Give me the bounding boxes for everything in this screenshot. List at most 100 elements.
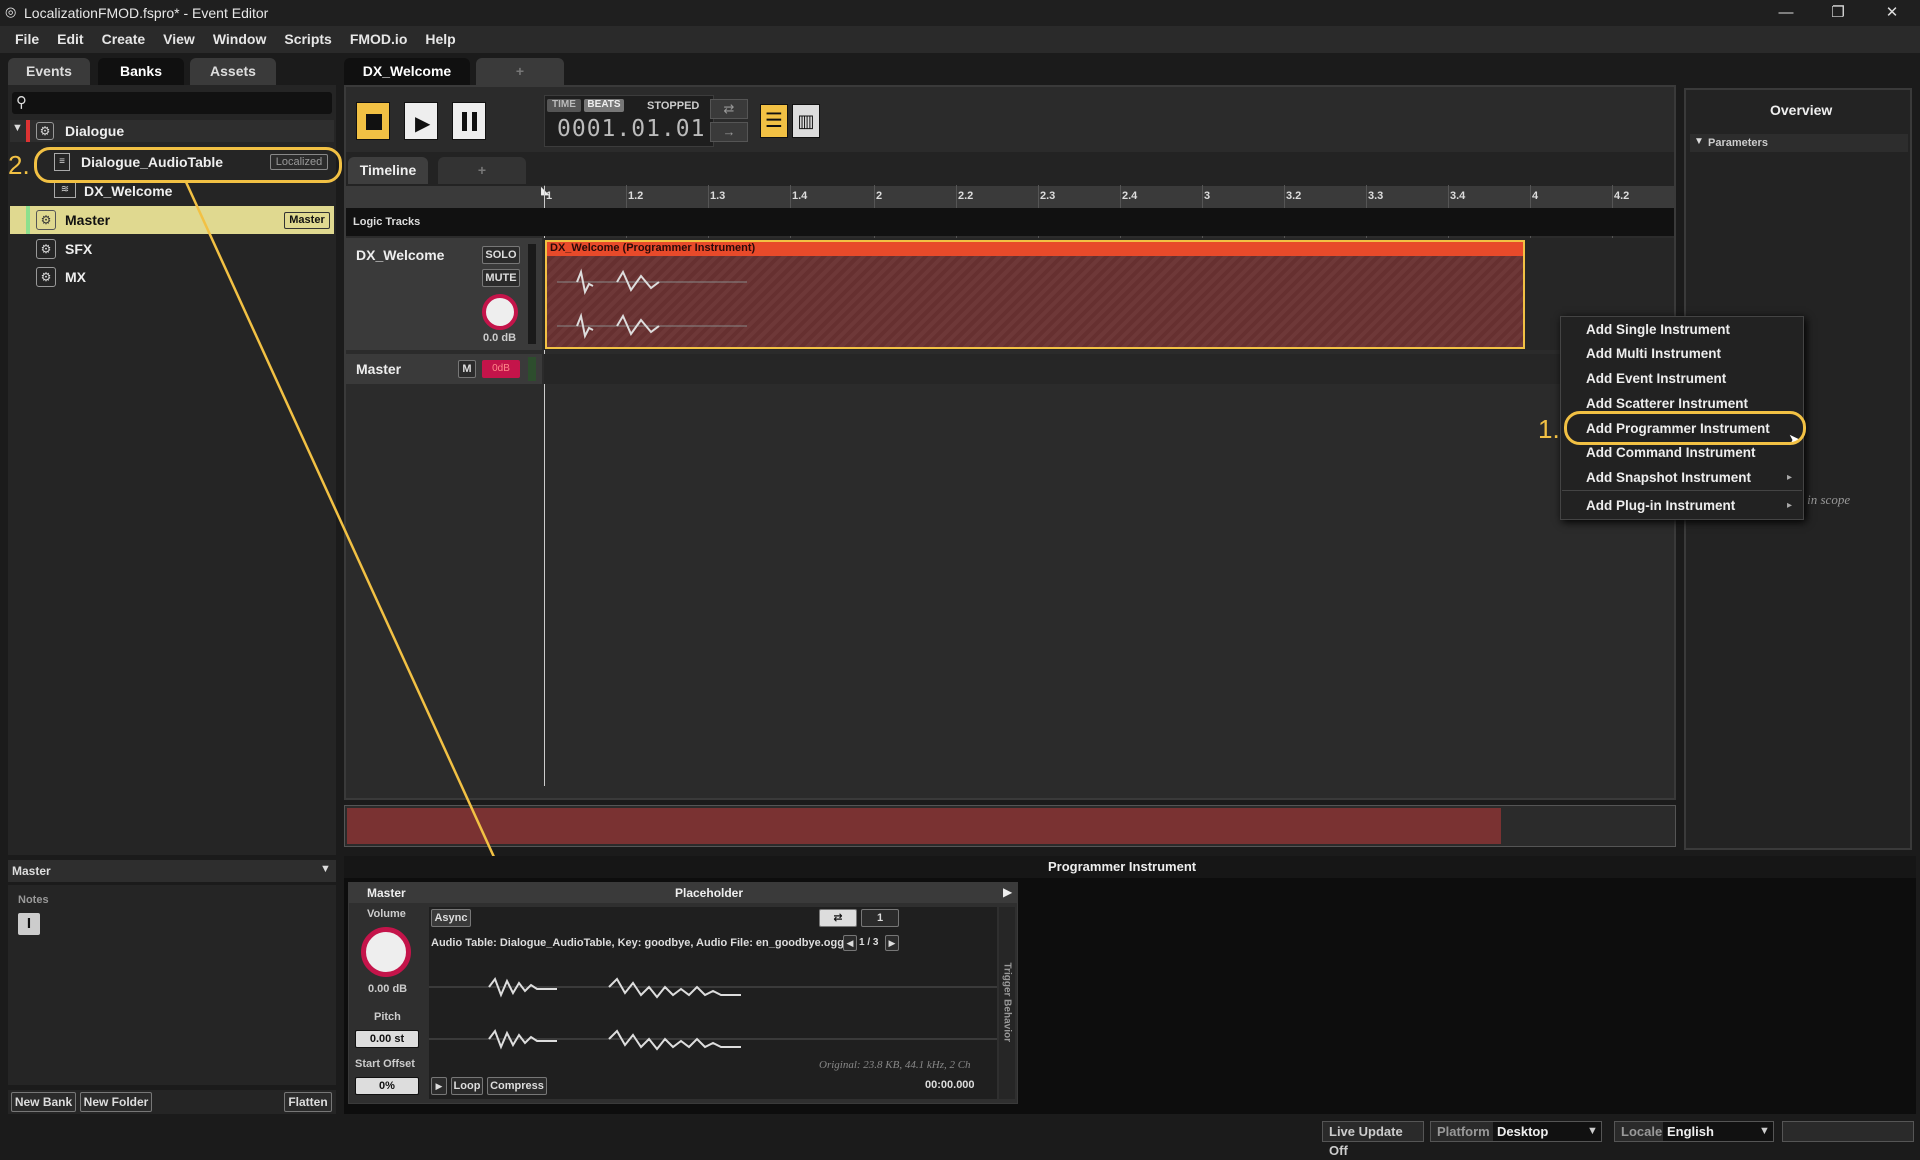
master-volume-readout[interactable]: 0dB [482,360,520,378]
track-header-master[interactable]: Master M 0dB [346,354,542,384]
menu-add-snapshot-instrument[interactable]: Add Snapshot Instrument [1586,470,1751,485]
text-cursor-icon[interactable]: I [18,913,40,935]
menu-add-plugin-instrument[interactable]: Add Plug-in Instrument [1586,498,1735,513]
locale-selector[interactable]: Locale English ▼ [1614,1121,1774,1142]
beats-mode-button[interactable]: BEATS [584,99,624,112]
master-mute-button[interactable]: M [458,360,476,378]
tree-label-dialogue: Dialogue [65,123,125,139]
programmer-instrument-region[interactable]: DX_Welcome (Programmer Instrument) [545,240,1525,349]
new-bank-button[interactable]: New Bank [11,1092,76,1112]
compress-button[interactable]: Compress [487,1077,547,1095]
event-icon: ≋ [54,182,76,198]
volume-knob[interactable] [482,294,518,330]
list-view-button[interactable]: ☰ [760,104,788,138]
dropdown-arrow-icon: ▼ [1587,1125,1598,1137]
start-offset-label: Start Offset [355,1058,415,1070]
menu-add-multi-instrument[interactable]: Add Multi Instrument [1586,346,1721,361]
menu-scripts[interactable]: Scripts [275,26,340,53]
new-folder-button[interactable]: New Folder [80,1092,152,1112]
properties-title: Master [12,864,51,878]
pause-button[interactable] [452,102,486,140]
menu-view[interactable]: View [154,26,204,53]
expand-play-icon[interactable]: ▶ [1003,885,1012,899]
tree-row-mx[interactable]: ⚙ MX [10,264,334,290]
menu-add-event-instrument[interactable]: Add Event Instrument [1586,371,1726,386]
dropdown-icon[interactable]: ▼ [320,863,331,875]
bank-icon: ⚙ [36,267,56,287]
stop-button[interactable] [356,102,390,140]
track-header-dx-welcome[interactable]: DX_Welcome SOLO MUTE 0.0 dB [346,238,542,350]
bank-icon: ⚙ [36,122,54,140]
solo-button[interactable]: SOLO [482,246,520,264]
maximize-button[interactable]: ❐ [1812,0,1864,26]
previous-entry-button[interactable]: ◀ [843,935,857,951]
ruler-label: 1.4 [792,190,808,202]
tree-row-dialogue[interactable]: ▼ ⚙ Dialogue [10,120,334,142]
menu-add-single-instrument[interactable]: Add Single Instrument [1586,322,1730,337]
follow-playback-button[interactable]: → [710,122,748,142]
async-button[interactable]: Async [431,909,471,927]
original-file-info: Original: 23.8 KB, 44.1 kHz, 2 Ch [819,1059,971,1071]
tree-row-master[interactable]: ⚙ Master Master [10,206,334,234]
loop-playback-button[interactable]: ⇄ [710,99,748,119]
next-entry-button[interactable]: ▶ [885,935,899,951]
menu-help[interactable]: Help [416,26,464,53]
master-track-name: Master [356,361,402,377]
level-meter [528,357,536,381]
play-count-field[interactable]: 1 [861,909,899,927]
trigger-behavior-label: Trigger Behavior [1001,962,1013,1042]
menu-divider [1562,490,1802,491]
tab-dx-welcome[interactable]: DX_Welcome [344,58,470,85]
module-header: Master Placeholder ▶ [349,883,1017,903]
add-parameter-tab-button[interactable]: + [438,157,526,184]
tab-banks[interactable]: Banks [98,58,184,85]
tab-events[interactable]: Events [8,58,90,85]
deck-waveform [429,976,997,1051]
menu-fmodio[interactable]: FMOD.io [341,26,417,53]
tree-label-sfx: SFX [65,241,93,257]
add-event-tab-button[interactable]: + [476,58,564,85]
loop-button[interactable]: Loop [451,1077,483,1095]
loop-mode-button[interactable]: ⇄ [819,909,857,927]
search-input[interactable]: ⚲ [12,92,332,114]
audio-file-info: Audio Table: Dialogue_AudioTable, Key: g… [431,937,844,949]
tab-assets[interactable]: Assets [190,58,276,85]
minimize-button[interactable]: — [1760,0,1812,26]
ruler-label: 1.3 [710,190,726,202]
start-offset-field[interactable]: 0% [355,1077,419,1095]
master-badge: Master [284,212,330,229]
module-bus-label: Master [367,886,406,900]
platform-selector[interactable]: Platform Desktop ▼ [1430,1121,1602,1142]
close-button[interactable]: ✕ [1866,0,1918,26]
waveform-panel: Async ⇄ 1 Audio Table: Dialogue_AudioTab… [429,907,997,1099]
preview-play-button[interactable]: ▶ [431,1077,447,1095]
tree-row-sfx[interactable]: ⚙ SFX [10,236,334,262]
time-mode-button[interactable]: TIME [547,99,581,112]
timeline-overview-bar[interactable] [344,805,1676,847]
menu-add-command-instrument[interactable]: Add Command Instrument [1586,445,1756,460]
menu-file[interactable]: File [6,26,48,53]
menu-add-scatterer-instrument[interactable]: Add Scatterer Instrument [1586,396,1748,411]
dropdown-arrow-icon: ▼ [1759,1125,1770,1137]
grid-view-button[interactable]: ▥ [792,104,820,138]
pause-bar [472,112,477,131]
notes-label: Notes [18,894,49,906]
ruler-label: 2 [876,190,883,202]
menu-edit[interactable]: Edit [48,26,92,53]
playhead-marker-icon[interactable]: ◣ [541,184,549,197]
flatten-button[interactable]: Flatten [284,1092,332,1112]
overview-region [347,808,1501,844]
trigger-behavior-drawer[interactable]: Trigger Behavior [999,907,1015,1099]
app-icon: ◎ [5,4,17,19]
instrument-title: DX_Welcome (Programmer Instrument) [550,242,756,254]
pitch-field[interactable]: 0.00 st [355,1030,419,1048]
time-display[interactable]: TIME BEATS STOPPED 0001.01.01 [544,95,714,147]
mute-button[interactable]: MUTE [482,269,520,287]
live-update-button[interactable]: Live Update Off [1322,1121,1424,1158]
tab-timeline[interactable]: Timeline [348,157,428,184]
play-button[interactable]: ▶ [404,102,438,140]
parameters-section[interactable]: ▼ Parameters [1690,134,1908,152]
deck-volume-knob[interactable] [361,927,411,977]
menu-window[interactable]: Window [204,26,276,53]
menu-create[interactable]: Create [93,26,155,53]
